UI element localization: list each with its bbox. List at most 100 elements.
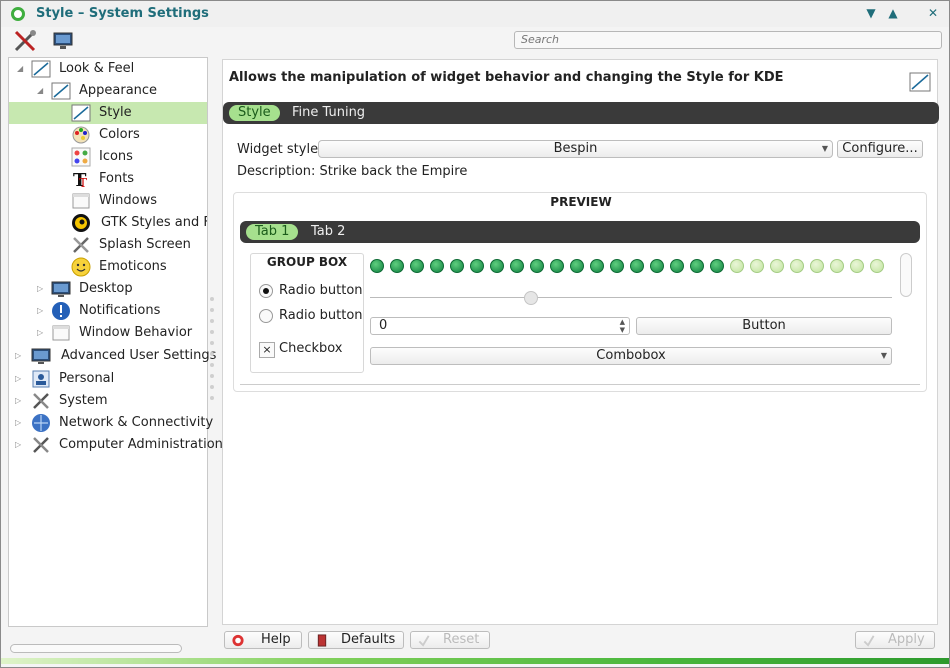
network-icon <box>32 414 50 432</box>
preview-checkbox[interactable]: × <box>259 342 275 358</box>
radio-button-1[interactable] <box>259 284 273 298</box>
system-icon <box>33 393 49 409</box>
style-icon <box>71 104 91 122</box>
defaults-button[interactable]: Defaults <box>308 631 404 649</box>
preview-button[interactable]: Button <box>636 317 892 335</box>
preview-panel: PREVIEW Tab 1 Tab 2 GROUP BOX Radio butt… <box>233 192 927 392</box>
splitter-handle[interactable] <box>210 297 214 409</box>
tab-fine-tuning[interactable]: Fine Tuning <box>283 105 374 121</box>
sidebar-item-windows[interactable]: Windows <box>9 190 207 212</box>
sidebar-item-computer-admin[interactable]: ▷ Computer Administration <box>9 434 223 456</box>
advanced-icon <box>31 348 51 364</box>
sidebar-item-appearance[interactable]: ◢ Appearance <box>9 80 207 102</box>
checkbox-label: Checkbox <box>279 341 343 356</box>
sidebar-item-label: Network & Connectivity <box>59 415 214 430</box>
sidebar-horizontal-scrollbar[interactable] <box>10 644 182 653</box>
led-indicator <box>450 259 464 273</box>
sidebar-item-notifications[interactable]: ▷ Notifications <box>9 300 207 322</box>
overview-icon[interactable] <box>51 29 75 53</box>
led-indicator <box>370 259 384 273</box>
preview-vertical-scrollbar[interactable] <box>900 253 912 297</box>
led-indicator <box>750 259 764 273</box>
expand-arrow-icon[interactable]: ▷ <box>37 322 43 344</box>
preview-combobox[interactable]: Combobox ▼ <box>370 347 892 365</box>
sidebar-item-emoticons[interactable]: Emoticons <box>9 256 207 278</box>
spin-arrows-icon[interactable]: ▲ ▼ <box>620 318 625 334</box>
preview-tab-bar: Tab 1 Tab 2 <box>240 221 920 243</box>
sidebar-item-label: Windows <box>99 193 158 208</box>
sidebar-item-personal[interactable]: ▷ Personal <box>9 368 207 390</box>
help-button[interactable]: Help <box>224 631 302 649</box>
sidebar-item-label: Personal <box>59 371 115 386</box>
sidebar-item-splash-screen[interactable]: Splash Screen <box>9 234 207 256</box>
close-icon[interactable]: ✕ <box>925 5 941 21</box>
sidebar-item-label: Advanced User Settings <box>61 348 217 363</box>
sidebar-item-gtk[interactable]: GTK Styles and Fo <box>9 212 207 234</box>
sidebar-item-label: Emoticons <box>99 259 167 274</box>
sidebar-item-style[interactable]: Style <box>9 102 207 124</box>
title-bar[interactable]: Style – System Settings ▼ ▲ ✕ <box>1 1 949 27</box>
icons-icon <box>71 147 91 167</box>
sidebar-item-advanced[interactable]: ▷ Advanced User Settings <box>9 345 216 367</box>
widget-style-combobox[interactable]: Bespin ▼ <box>318 140 833 158</box>
led-indicator <box>390 259 404 273</box>
colors-icon <box>72 126 90 144</box>
sidebar-item-desktop[interactable]: ▷ Desktop <box>9 278 207 300</box>
led-indicator <box>710 259 724 273</box>
fonts-icon: TT <box>73 170 87 189</box>
sidebar-item-window-behavior[interactable]: ▷ Window Behavior <box>9 322 207 344</box>
collapse-arrow-icon[interactable]: ◢ <box>17 58 23 80</box>
expand-arrow-icon[interactable]: ▷ <box>15 368 21 390</box>
search-input[interactable]: Search <box>514 31 942 49</box>
spin-value: 0 <box>379 318 388 333</box>
spin-box[interactable]: 0 ▲ ▼ <box>370 317 630 335</box>
radio-button-2[interactable] <box>259 309 273 323</box>
personal-icon <box>32 370 50 388</box>
sidebar-item-label: Look & Feel <box>59 61 135 76</box>
chevron-down-icon: ▼ <box>880 351 887 360</box>
expand-arrow-icon[interactable]: ▷ <box>37 278 43 300</box>
configure-tools-icon[interactable] <box>13 29 37 53</box>
expand-arrow-icon[interactable]: ▷ <box>37 300 43 322</box>
led-indicator <box>830 259 844 273</box>
configure-button[interactable]: Configure... <box>837 140 923 158</box>
sidebar-item-colors[interactable]: Colors <box>9 124 207 146</box>
expand-arrow-icon[interactable]: ▷ <box>15 390 21 412</box>
sidebar-item-network[interactable]: ▷ Network & Connectivity <box>9 412 213 434</box>
expand-arrow-icon[interactable]: ▷ <box>15 434 21 456</box>
slider-handle[interactable] <box>524 291 538 305</box>
sidebar-item-icons[interactable]: Icons <box>9 146 207 168</box>
chevron-down-icon: ▼ <box>821 144 828 153</box>
tab-preview-2[interactable]: Tab 2 <box>302 224 354 240</box>
sidebar-item-fonts[interactable]: TT Fonts <box>9 168 207 190</box>
led-indicator <box>410 259 424 273</box>
maximize-icon[interactable]: ▲ <box>885 5 901 21</box>
expand-arrow-icon[interactable]: ▷ <box>15 345 21 367</box>
collapse-arrow-icon[interactable]: ◢ <box>37 80 43 102</box>
sidebar-item-label: Desktop <box>79 281 133 296</box>
notifications-icon <box>52 302 70 320</box>
sidebar-item-look-feel[interactable]: ◢ Look & Feel <box>9 58 207 80</box>
appearance-icon <box>51 82 71 100</box>
sidebar-item-system[interactable]: ▷ System <box>9 390 207 412</box>
gtk-icon <box>72 214 90 232</box>
main-panel: Allows the manipulation of widget behavi… <box>222 59 939 625</box>
settings-window: Style – System Settings ▼ ▲ ✕ Search ◢ L… <box>0 0 950 668</box>
module-description: Allows the manipulation of widget behavi… <box>229 70 784 85</box>
windows-icon <box>72 193 90 209</box>
apply-button[interactable]: Apply <box>855 631 935 649</box>
window-bottom-glow <box>1 658 949 664</box>
tab-style[interactable]: Style <box>229 105 280 121</box>
tab-preview-1[interactable]: Tab 1 <box>246 224 299 240</box>
minimize-icon[interactable]: ▼ <box>863 5 879 21</box>
led-indicator <box>430 259 444 273</box>
style-description: Description: Strike back the Empire <box>237 164 468 179</box>
window-behavior-icon <box>52 325 70 341</box>
help-lifebuoy-icon <box>232 634 244 647</box>
expand-arrow-icon[interactable]: ▷ <box>15 412 21 434</box>
led-indicator <box>510 259 524 273</box>
reset-button[interactable]: Reset <box>410 631 490 649</box>
slider-track[interactable] <box>370 297 892 298</box>
led-indicator <box>790 259 804 273</box>
app-icon <box>11 7 25 21</box>
